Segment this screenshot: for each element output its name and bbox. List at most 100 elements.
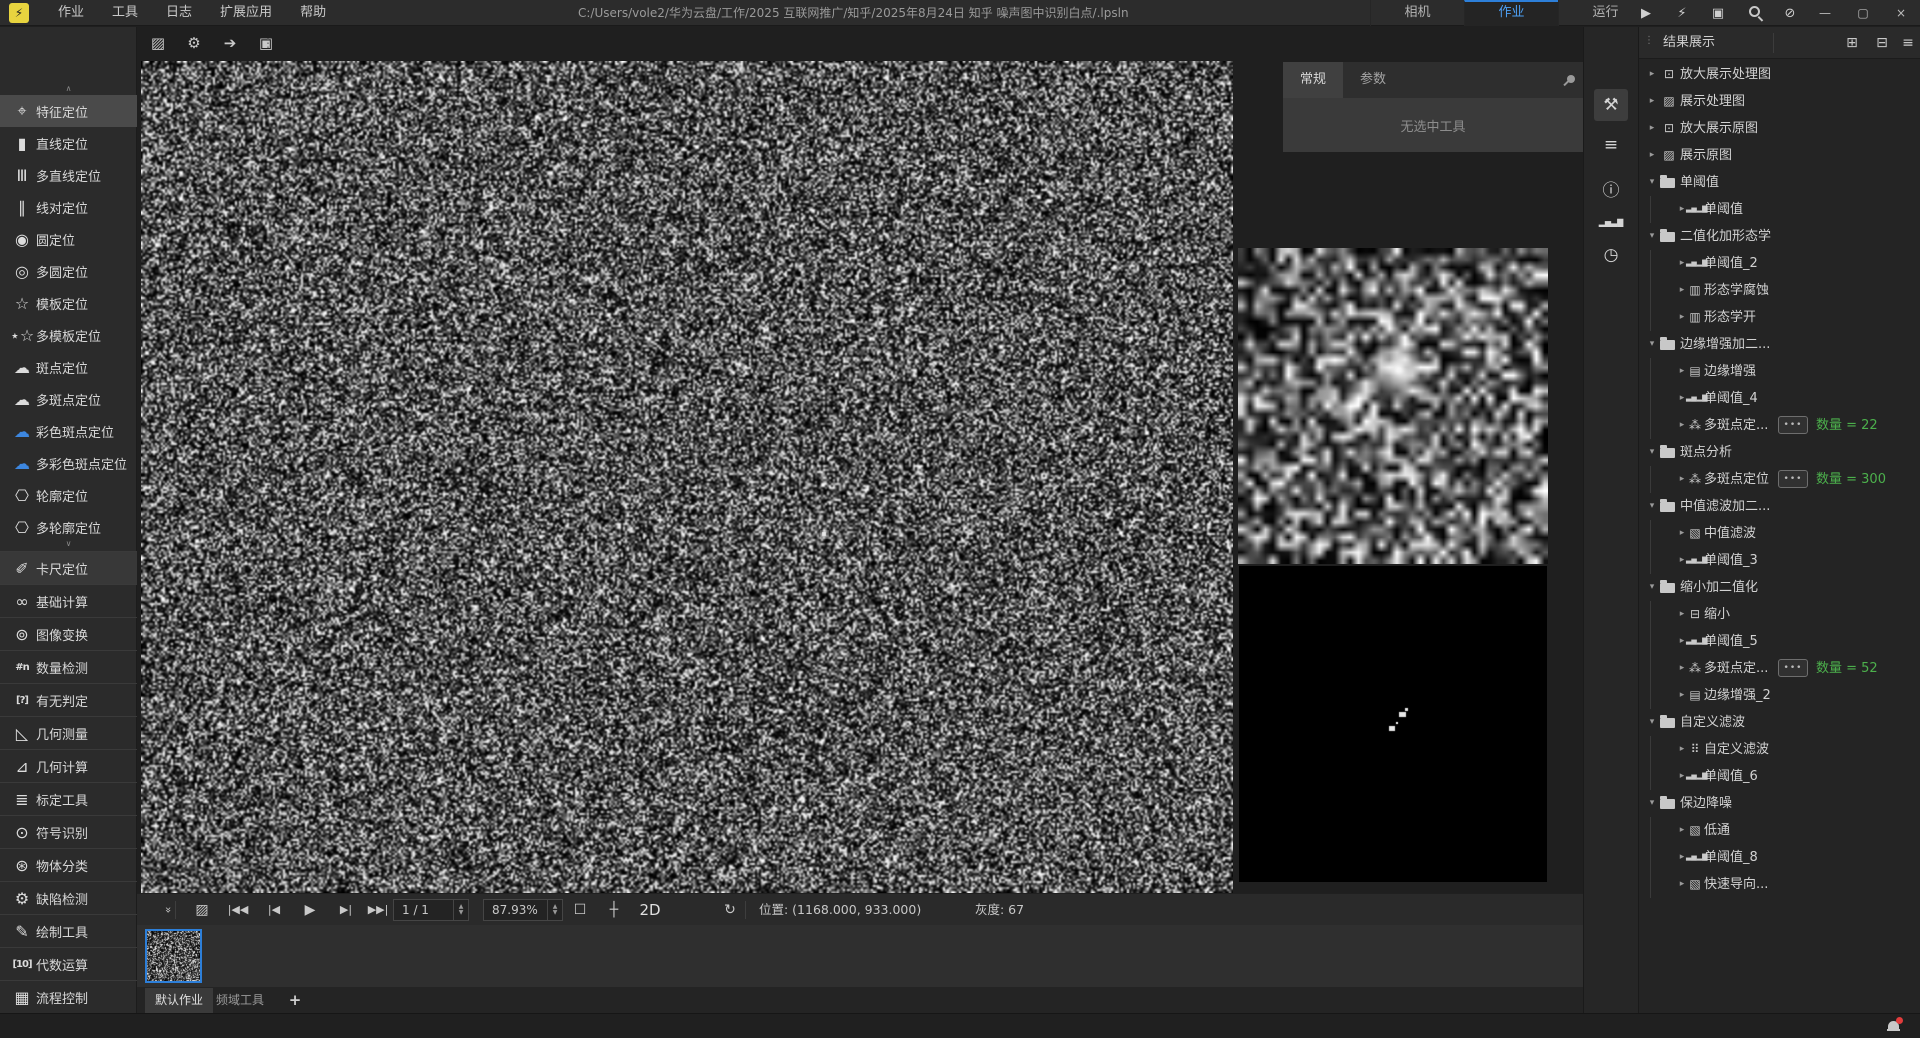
result-item-group-custom-filter[interactable]: ▾自定义滤波 xyxy=(1639,709,1920,736)
result-item-custom-filter[interactable]: ▸⠿自定义滤波 xyxy=(1639,736,1920,763)
settings-icon[interactable]: ⚙ xyxy=(182,31,206,55)
more-button[interactable]: ••• xyxy=(1778,470,1808,488)
result-item-morphology-erode[interactable]: ▸▥形态学腐蚀 xyxy=(1639,277,1920,304)
sidebar-item-template-locate[interactable]: ☆模板定位 xyxy=(0,287,137,319)
sidebar-item-drawing-tools[interactable]: ✎绘制工具 xyxy=(0,914,137,947)
sidebar-item-image-transform[interactable]: ⊚图像变换 xyxy=(0,617,137,650)
sidebar-item-multi-line-locate[interactable]: Ⅲ多直线定位 xyxy=(0,159,137,191)
minimize-button[interactable]: — xyxy=(1806,0,1844,26)
sidebar-item-geometry-measure[interactable]: ◺几何测量 xyxy=(0,716,137,749)
sidebar-item-feature-locate[interactable]: ⌖特征定位 xyxy=(0,95,137,127)
image-list-icon[interactable]: ▨ xyxy=(187,894,217,926)
result-item-multi-blob-locate-c[interactable]: ▸⁂多斑点定...•••数量 = 52 xyxy=(1639,655,1920,682)
sidebar-item-count-detect[interactable]: #n数量检测 xyxy=(0,650,137,683)
result-item-multi-blob-locate-b[interactable]: ▸⁂多斑点定位•••数量 = 300 xyxy=(1639,466,1920,493)
sidebar-item-caliper-locate[interactable]: ✐卡尺定位 xyxy=(0,551,137,584)
save-all-icon[interactable]: ▣ xyxy=(1700,6,1736,21)
sidebar-item-calibration-tools[interactable]: ≣标定工具 xyxy=(0,782,137,815)
result-item-group-blob-analysis[interactable]: ▾斑点分析 xyxy=(1639,439,1920,466)
panel-menu-icon[interactable]: ≡ xyxy=(1895,27,1920,59)
spinner-arrows-icon[interactable]: ▲▼ xyxy=(547,900,562,920)
more-button[interactable]: ••• xyxy=(1778,659,1808,677)
result-item-edge-enhance[interactable]: ▸▤边缘增强 xyxy=(1639,358,1920,385)
sidebar-item-geometry-calc[interactable]: ⊿几何计算 xyxy=(0,749,137,782)
viewtab-job[interactable]: 作业 xyxy=(1464,0,1558,26)
sidebar-item-line-pair-locate[interactable]: ∥线对定位 xyxy=(0,191,137,223)
expand-right-icon[interactable]: ▸ xyxy=(1646,142,1658,169)
image-viewport[interactable] xyxy=(141,61,1233,893)
histogram-icon[interactable]: ▂▅▃▇ xyxy=(1594,207,1628,239)
expand-right-icon[interactable]: ▸ xyxy=(1646,115,1658,142)
result-item-multi-blob-locate-a[interactable]: ▸⁂多斑点定...•••数量 = 22 xyxy=(1639,412,1920,439)
refresh-icon[interactable]: ↻ xyxy=(715,894,745,926)
panel-drag-handle[interactable]: ⋮ xyxy=(1644,35,1654,46)
expand-right-icon[interactable]: ▸ xyxy=(1646,88,1658,115)
result-item-group-shrink-binarize[interactable]: ▾缩小加二值化 xyxy=(1639,574,1920,601)
more-button[interactable]: ••• xyxy=(1778,416,1808,434)
params-tab-general[interactable]: 常规 xyxy=(1283,62,1343,98)
expand-down-icon[interactable]: ▾ xyxy=(1646,439,1658,466)
sidebar-item-multi-circle-locate[interactable]: ◎多圆定位 xyxy=(0,255,137,287)
result-item-zoom-display-processed[interactable]: ▸⊡放大展示处理图 xyxy=(1639,61,1920,88)
next-frame-icon[interactable]: ▶| xyxy=(331,894,361,926)
tool-config-icon[interactable]: ⚒ xyxy=(1594,89,1628,121)
sidebar-item-object-classify[interactable]: ⊛物体分类 xyxy=(0,848,137,881)
sidebar-item-symbol-recognition[interactable]: ⊙符号识别 xyxy=(0,815,137,848)
scroll-up-icon[interactable]: ∧ xyxy=(0,84,137,94)
result-item-single-threshold-8[interactable]: ▸▃▅▂▇单阈值_8 xyxy=(1639,844,1920,871)
expand-down-icon[interactable]: ▾ xyxy=(1646,790,1658,817)
jobtab-default-job[interactable]: 默认作业 xyxy=(145,988,213,1013)
sidebar-item-line-locate[interactable]: ▮直线定位 xyxy=(0,127,137,159)
collapse-all-icon[interactable]: ⊟ xyxy=(1869,27,1895,59)
menu-log[interactable]: 日志 xyxy=(152,0,206,26)
result-item-single-threshold[interactable]: ▸▃▅▂▇单阈值 xyxy=(1639,196,1920,223)
mode-2d-button[interactable]: 2D xyxy=(633,894,667,926)
viewtab-camera[interactable]: 相机 xyxy=(1370,0,1464,26)
sidebar-item-multi-contour-locate[interactable]: ⎔多轮廓定位 xyxy=(0,511,137,537)
frame-spinner[interactable]: 1 / 1 ▲▼ xyxy=(393,899,469,921)
scroll-down-icon[interactable]: ∨ xyxy=(0,539,137,549)
result-item-group-median-filter-binarize[interactable]: ▾中值滤波加二... xyxy=(1639,493,1920,520)
result-item-median-filter[interactable]: ▸▧中值滤波 xyxy=(1639,520,1920,547)
sidebar-item-color-blob-locate[interactable]: ☁彩色斑点定位 xyxy=(0,415,137,447)
locate-center-icon[interactable]: ┼ xyxy=(599,894,629,926)
expand-down-icon[interactable]: ▾ xyxy=(1646,709,1658,736)
expand-down-icon[interactable]: ▾ xyxy=(1646,169,1658,196)
add-group-icon[interactable]: ⊞ xyxy=(1839,27,1865,59)
sidebar-item-multi-blob-locate[interactable]: ☁多斑点定位 xyxy=(0,383,137,415)
result-item-single-threshold-2[interactable]: ▸▃▅▂▇单阈值_2 xyxy=(1639,250,1920,277)
sidebar-item-algebra-operation[interactable]: [10]代数运算 xyxy=(0,947,137,980)
run-icon[interactable]: ▶ xyxy=(1628,6,1664,21)
restore-button[interactable]: ▢ xyxy=(1844,0,1882,26)
sidebar-item-blob-locate[interactable]: ☁斑点定位 xyxy=(0,351,137,383)
global-search-icon[interactable] xyxy=(1736,6,1772,21)
menu-help[interactable]: 帮助 xyxy=(286,0,340,26)
performance-icon[interactable]: ◷ xyxy=(1594,239,1628,271)
disable-tool-icon[interactable]: ⊘ xyxy=(1772,6,1808,21)
jobtab-freq-domain-tools[interactable]: 频域工具 xyxy=(206,988,274,1013)
result-item-display-processed[interactable]: ▸▨展示处理图 xyxy=(1639,88,1920,115)
menu-tools[interactable]: 工具 xyxy=(98,0,152,26)
sidebar-item-contour-locate[interactable]: ⎔轮廓定位 xyxy=(0,479,137,511)
export-icon[interactable]: ➔ xyxy=(218,31,242,55)
last-frame-icon[interactable]: ▶▶| xyxy=(363,894,393,926)
pin-icon[interactable] xyxy=(1564,72,1578,86)
result-item-single-threshold-5[interactable]: ▸▃▅▂▇单阈值_5 xyxy=(1639,628,1920,655)
expand-down-icon[interactable]: ▾ xyxy=(1646,223,1658,250)
add-job-button[interactable]: + xyxy=(285,988,305,1013)
info-icon[interactable]: ⓘ xyxy=(1594,175,1628,207)
fit-view-icon[interactable]: ☐ xyxy=(565,894,595,926)
result-item-single-threshold-4[interactable]: ▸▃▅▂▇单阈值_4 xyxy=(1639,385,1920,412)
close-button[interactable]: × xyxy=(1882,0,1920,26)
result-item-group-binarize-morphology[interactable]: ▾二值化加形态学 xyxy=(1639,223,1920,250)
spinner-arrows-icon[interactable]: ▲▼ xyxy=(453,900,468,920)
menu-extensions[interactable]: 扩展应用 xyxy=(206,0,286,26)
image-thumbnail[interactable] xyxy=(145,929,202,983)
result-item-display-original[interactable]: ▸▨展示原图 xyxy=(1639,142,1920,169)
result-item-group-edge-enhance-binarize[interactable]: ▾边缘增强加二... xyxy=(1639,331,1920,358)
zoom-spinner[interactable]: 87.93% ▲▼ xyxy=(483,899,563,921)
menu-job[interactable]: 作业 xyxy=(44,0,98,26)
result-item-group-single-threshold[interactable]: ▾单阈值 xyxy=(1639,169,1920,196)
play-icon[interactable]: ▶ xyxy=(295,894,325,926)
result-item-morphology-open[interactable]: ▸▥形态学开 xyxy=(1639,304,1920,331)
